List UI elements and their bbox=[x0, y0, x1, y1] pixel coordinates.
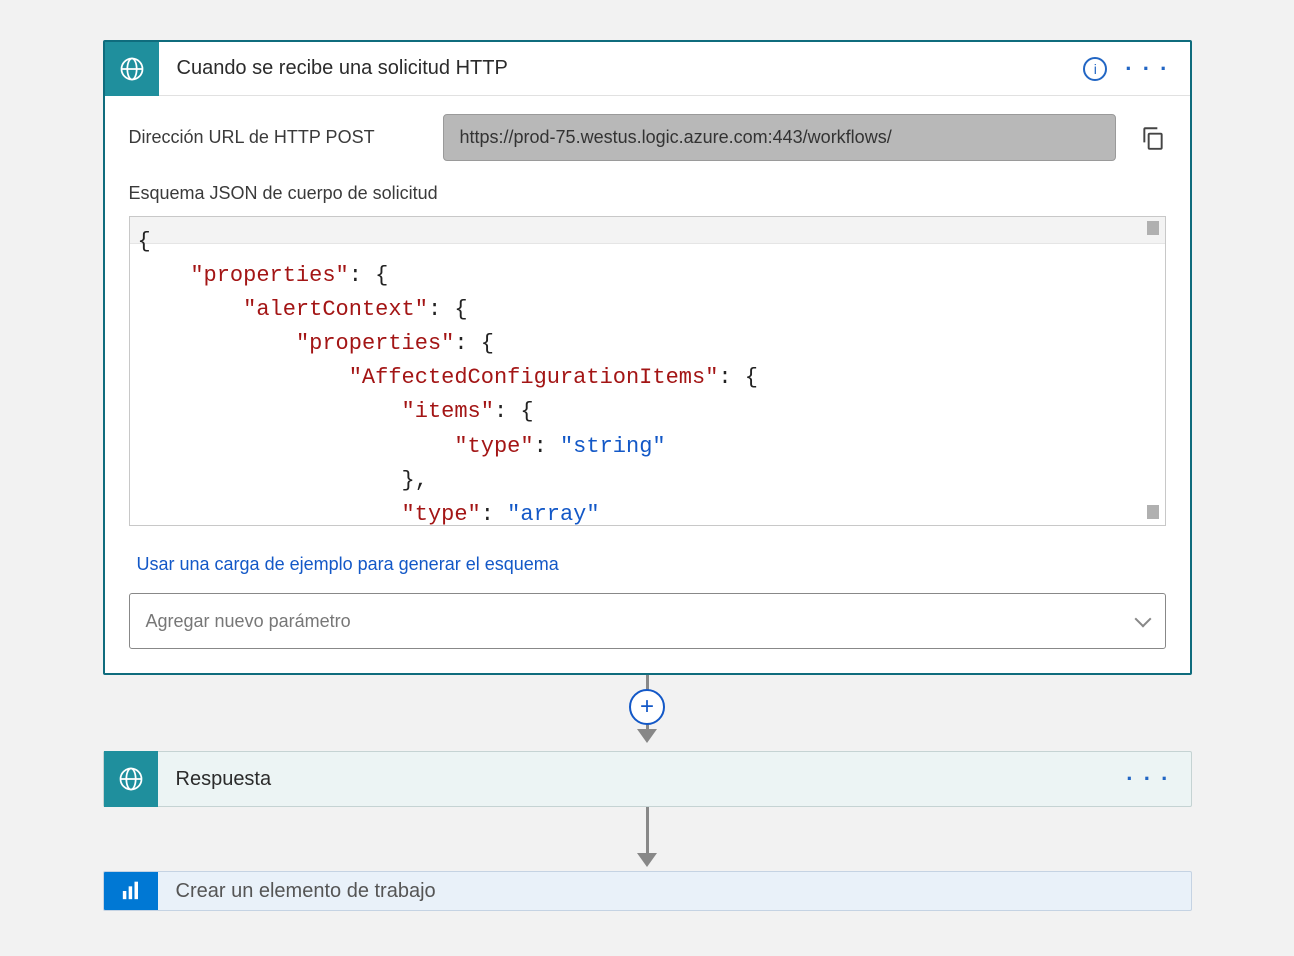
schema-label: Esquema JSON de cuerpo de solicitud bbox=[129, 183, 1166, 204]
devops-icon bbox=[104, 871, 158, 911]
work-item-title: Crear un elemento de trabajo bbox=[158, 880, 1191, 903]
add-parameter-placeholder: Agregar nuevo parámetro bbox=[146, 611, 351, 632]
http-trigger-header[interactable]: Cuando se recibe una solicitud HTTP i · … bbox=[105, 42, 1190, 96]
more-menu-icon[interactable]: · · · bbox=[1126, 768, 1170, 790]
http-post-url-field[interactable]: https://prod-75.westus.logic.azure.com:4… bbox=[443, 114, 1116, 161]
create-work-item-card[interactable]: Crear un elemento de trabajo bbox=[103, 871, 1192, 911]
info-icon[interactable]: i bbox=[1083, 57, 1107, 81]
globe-icon bbox=[104, 751, 158, 807]
copy-url-icon[interactable] bbox=[1140, 125, 1166, 151]
response-card[interactable]: Respuesta · · · bbox=[103, 751, 1192, 807]
response-title: Respuesta bbox=[158, 768, 1127, 791]
connector: + bbox=[103, 675, 1192, 751]
url-label: Dirección URL de HTTP POST bbox=[129, 127, 419, 148]
globe-icon bbox=[105, 42, 159, 96]
http-trigger-title: Cuando se recibe una solicitud HTTP bbox=[159, 57, 1084, 80]
more-menu-icon[interactable]: · · · bbox=[1125, 58, 1169, 80]
chevron-down-icon bbox=[1134, 610, 1151, 627]
add-step-button[interactable]: + bbox=[629, 689, 665, 725]
connector bbox=[103, 807, 1192, 871]
http-trigger-card: Cuando se recibe una solicitud HTTP i · … bbox=[103, 40, 1192, 675]
add-parameter-dropdown[interactable]: Agregar nuevo parámetro bbox=[129, 593, 1166, 649]
use-sample-payload-link[interactable]: Usar una carga de ejemplo para generar e… bbox=[137, 554, 559, 574]
json-schema-editor[interactable]: { "properties": { "alertContext": { "pro… bbox=[129, 216, 1166, 526]
